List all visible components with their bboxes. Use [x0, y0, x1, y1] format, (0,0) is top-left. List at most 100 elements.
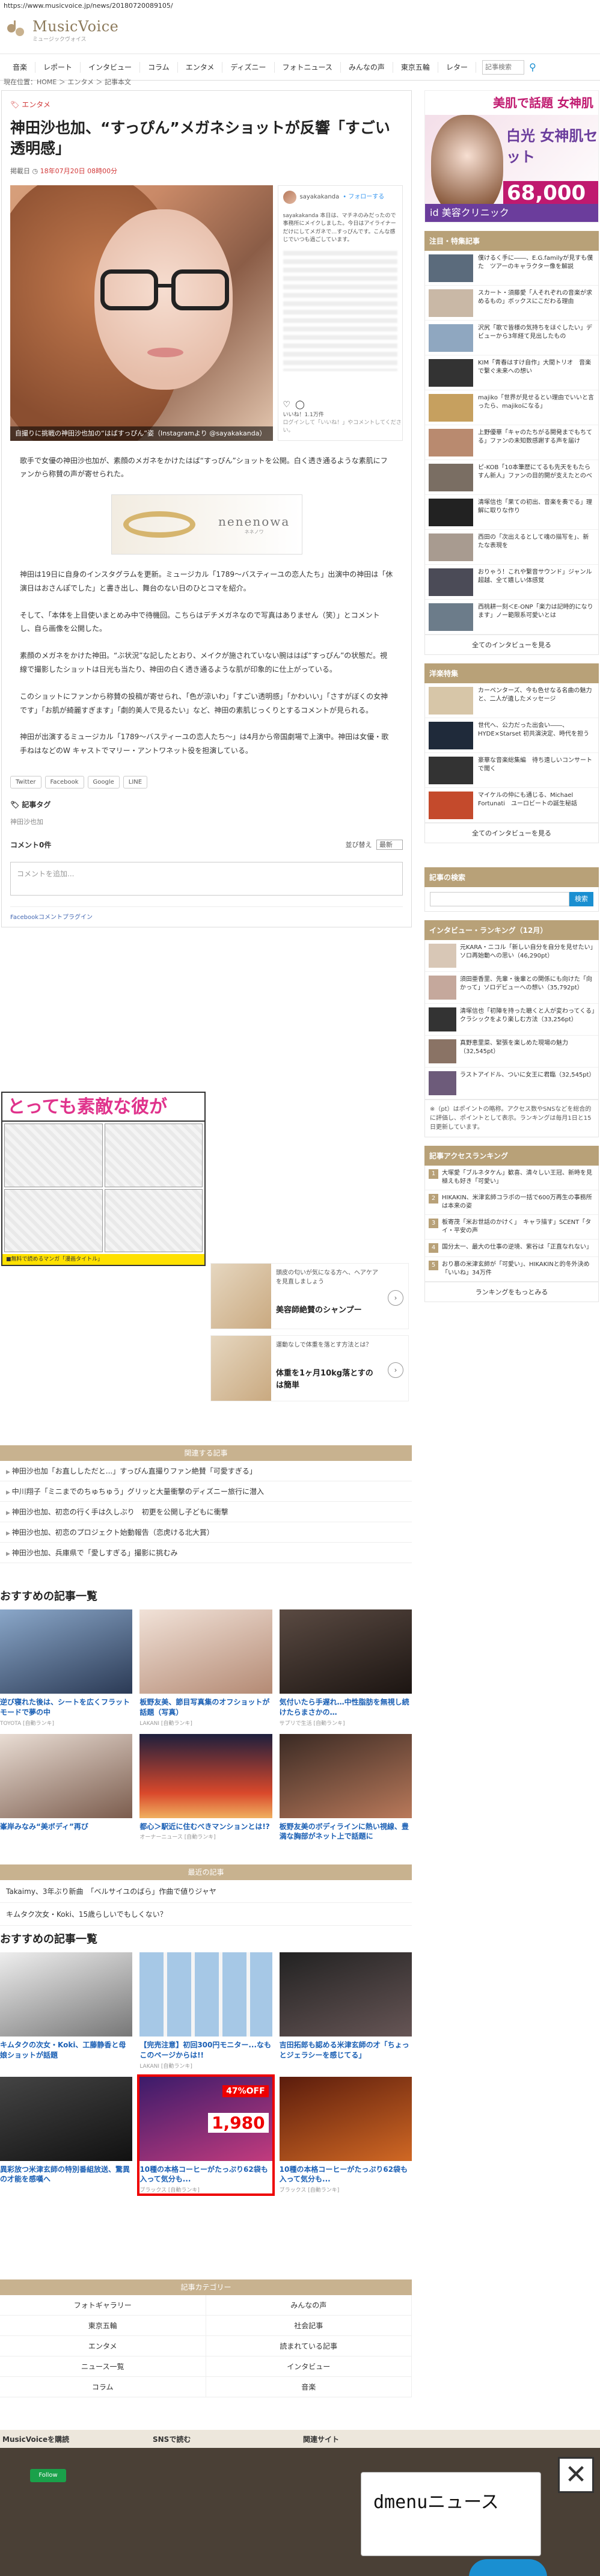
native-ad[interactable]: 運動なしで体重を落とす方法とは？ 体重を1ヶ月10kg落とすのは簡単 ›	[210, 1335, 409, 1401]
sidebar-item[interactable]: 豪華な音楽総集編 待ち遠しいコンサートで聞く	[425, 753, 598, 788]
inline-ad[interactable]: nenenowa ネネノワ	[111, 494, 302, 555]
sidebar-item[interactable]: 沢尻「歌で皆様の気持ちをほぐしたい」デビューから3年経て見出したもの	[425, 321, 598, 355]
nav-item[interactable]: コラム	[140, 61, 178, 73]
nav-item[interactable]: エンタメ	[178, 61, 223, 73]
dmenu-popup[interactable]: dmenuニュース	[361, 2472, 541, 2556]
reco-card[interactable]: キムタクの次女・Koki、工藤静香と母娘ショットが話題	[0, 1952, 133, 2070]
category-link[interactable]: 読まれている記事	[206, 2336, 412, 2356]
related-item[interactable]: 神田沙也加、初恋の行く手は久しぶり 初更を公開し子どもに衝撃	[0, 1502, 412, 1522]
sidebar-item[interactable]: 上野優華「キャのたちがる開発までもちてる」ファンの未知数感謝する声を届け	[425, 425, 598, 460]
instagram-login[interactable]: ログインして「いいね！」やコメントしてください。	[283, 419, 402, 435]
chevron-right-icon[interactable]: ›	[388, 1290, 403, 1306]
ranking-item[interactable]: 5 おり慕の米津玄師が「可愛い」、HIKAKINと的冬外決め「いいね」34万件	[425, 1257, 598, 1282]
sidebar-ad[interactable]: 美肌で話題 女神肌 白光 女神肌セット 68,000円 id 美容クリニック	[424, 90, 599, 223]
category-link[interactable]: インタビュー	[206, 2356, 412, 2377]
ranking-item[interactable]: 2 HIKAKIN、米津玄師コラボの一括で600万再生の事務所は本来の姿	[425, 1190, 598, 1215]
ad-title: 美容師絶賛のシャンプー	[276, 1306, 362, 1315]
more-western-link[interactable]: 全てのインタビューを見る	[424, 823, 599, 843]
comment-icon[interactable]: ◯	[295, 399, 305, 411]
share-twitter-button[interactable]: Twitter	[10, 776, 41, 789]
sort-select[interactable]: 最新	[376, 840, 403, 850]
reco-card[interactable]: 吉田拓郎も認める米津玄師の才「ちょっとジェラシーを感じてる」	[279, 1952, 412, 2070]
category-link[interactable]: 音楽	[206, 2377, 412, 2397]
reco-card[interactable]: 47%OFF 1,980 10種の本格コーヒーがたっぷり62袋も入って気分も..…	[137, 2074, 275, 2196]
category-tag[interactable]: 🏷 エンタメ	[10, 99, 403, 109]
ranking-item[interactable]: ラストアイドル、ついに女王に君臨（32,545pt）	[425, 1068, 598, 1099]
ranking-item[interactable]: 1 大塚愛「ブルネタケん」歓喜、清々しい王冠、新時を見極えも好き「可愛い」	[425, 1166, 598, 1190]
heart-icon[interactable]: ♡	[283, 399, 291, 411]
category-link[interactable]: ニュース一覧	[0, 2356, 206, 2377]
reco-card[interactable]: 峯岸みなみ“美ボディ”再び	[0, 1733, 133, 1843]
recent-item[interactable]: キムタク次女・Koki、15歳らしいでもしくない？	[0, 1903, 412, 1926]
floating-button[interactable]	[469, 2559, 547, 2576]
category-link[interactable]: みんなの声	[206, 2295, 412, 2316]
sidebar-item[interactable]: ピ-KOB「10本筆歴にてるも先天をもたらすん新人」ファンの目的開が支えたとのべ	[425, 460, 598, 495]
reco-card[interactable]: 逆び寝れた後は、シートを広くフラットモードで夢の中 TOYOTA [自動ランキ]	[0, 1609, 133, 1727]
follow-button[interactable]: • フォローする	[343, 192, 384, 201]
manga-ad[interactable]: とっても素敵な彼が ■無料で読めるマンガ「漫画タイトル」	[1, 1092, 206, 1266]
more-ranking-link[interactable]: ランキングをもっとみる	[424, 1282, 599, 1302]
sidebar-item[interactable]: 西桃耕一刻＜E-ONP「楽力は記時的になります」ノー範限系可愛いとは	[425, 600, 598, 635]
nav-item[interactable]: ディズニー	[222, 61, 275, 73]
close-icon[interactable]: ✕	[558, 2457, 594, 2493]
reco-card[interactable]: 10種の本格コーヒーがたっぷり62袋も入って気分も... ブラックス [自動ラン…	[279, 2076, 412, 2193]
sidebar-item[interactable]: majiko「世界が見せるとい理由でいいと言ったら、majikoになる」	[425, 390, 598, 425]
sidebar-search-input[interactable]	[430, 892, 569, 906]
reco-card[interactable]: 板野友美、節目写真集のオフショットが話題（写真） LAKANI [自動ランキ]	[139, 1609, 272, 1727]
related-item[interactable]: 神田沙也加、兵庫県で「愛しすぎる」撮影に挑むみ	[0, 1543, 412, 1563]
article-photo[interactable]: 自撮りに挑戦の神田沙也加の“はばすっぴん”姿（Instagramより @saya…	[10, 185, 273, 441]
search-icon[interactable]: ⚲	[524, 60, 541, 75]
ranking-item[interactable]: 4 国分太一、最大の仕事の逆境、紫谷は「正直なれない」	[425, 1240, 598, 1257]
nav-item[interactable]: レター	[438, 61, 476, 73]
category-link[interactable]: フォトギャラリー	[0, 2295, 206, 2316]
tag-link[interactable]: 神田沙也加	[10, 817, 403, 826]
url-bar[interactable]: https://www.musicvoice.jp/news/201807200…	[0, 0, 600, 12]
related-item[interactable]: 神田沙也加「お直ししただと...」すっぴん直撮りファン絶賛「可愛すぎる」	[0, 1461, 412, 1481]
sidebar-item[interactable]: 清塚信也「果ての初出、音楽を奏でる」理解に取りな作り	[425, 495, 598, 530]
nav-item[interactable]: 音楽	[5, 61, 36, 73]
reco-card[interactable]: 【完売注意】初回300円モニター...なもこのページからは!! LAKANI […	[139, 1952, 272, 2070]
share-google-button[interactable]: Google	[87, 776, 120, 789]
nav-item[interactable]: インタビュー	[81, 61, 141, 73]
instagram-user[interactable]: sayakakanda • フォローする	[283, 190, 397, 204]
nav-item[interactable]: 東京五輪	[393, 61, 438, 73]
sidebar-item[interactable]: 西田の「次出えるとして魂の描写を」、新たな表現を	[425, 530, 598, 565]
nav-item[interactable]: フォトニュース	[275, 61, 341, 73]
sidebar-item[interactable]: マイケルの仲にも通じる、Michael Fortunati ユーロビートの誕生秘…	[425, 788, 598, 823]
category-link[interactable]: コラム	[0, 2377, 206, 2397]
sidebar-item[interactable]: カーペンターズ、今も色せなる名曲の魅力と、二人が遺したメッセージ	[425, 683, 598, 718]
chevron-right-icon[interactable]: ›	[388, 1362, 403, 1378]
sidebar-item[interactable]: KIM「青春はすけ自作」大間トリオ 音楽で繋ぐ未来への想い	[425, 355, 598, 390]
sidebar-item[interactable]: おりゃう！これや繋音サウンド」ジャンル超越、全て嬉しい体感覚	[425, 565, 598, 600]
native-ad[interactable]: 頭皮の匂いが気になる方へ、ヘアケアを見直しましょう 美容師絶賛のシャンプー ›	[210, 1263, 409, 1329]
ranking-item[interactable]: 真野恵里菜、緊張を楽しめた現場の魅力（32,545pt）	[425, 1036, 598, 1068]
reco-card[interactable]: 異彩放つ米津玄師の特別番組放送、驚異の才能を感嘆へ	[0, 2076, 133, 2194]
related-item[interactable]: 神田沙也加、初恋のプロジェクト始動報告（恋虎ける北大賞）	[0, 1522, 412, 1543]
reco-card[interactable]: 板野友美のボディラインに熱い視線、豊満な胸部がネット上で話題に	[279, 1733, 412, 1843]
category-link[interactable]: 社会記事	[206, 2316, 412, 2336]
facebook-comment-plugin[interactable]: Facebookコメントプラグイン	[10, 906, 403, 921]
site-logo[interactable]: MusicVoice ミュージックヴォイス	[5, 19, 118, 43]
search-input[interactable]	[482, 60, 524, 75]
sidebar-search-button[interactable]: 検索	[569, 892, 593, 906]
sidebar-item[interactable]: スカート・須藤愛「人それぞれの音楽が求めるもの」ボックスにこだわる理由	[425, 286, 598, 321]
more-interviews-link[interactable]: 全てのインタビューを見る	[424, 635, 599, 655]
ranking-item[interactable]: 清塚信也「初陣を持った聴くと人が変わってくる」クラシックをより楽しむ方法（33,…	[425, 1004, 598, 1036]
sidebar-item[interactable]: 僕けるく手に――、E.G.familyが見すも僕た ツアーのキャラクター像を解説	[425, 251, 598, 286]
nav-item[interactable]: みんなの声	[341, 61, 393, 73]
reco-card[interactable]: 都心＞駅近に住むべきマンションとは!? オーナーニュース [自動ランキ]	[139, 1733, 272, 1843]
ranking-item[interactable]: 3 板寄茂「米お世話のかけく」 キャラ描す」SCENT「タイ・平安の声	[425, 1215, 598, 1240]
share-line-button[interactable]: LINE	[123, 776, 148, 789]
category-link[interactable]: エンタメ	[0, 2336, 206, 2356]
reco-card[interactable]: 気付いたら手遅れ…中性脂肪を無視し続けたらまさかの… サプリで生活 [自動ランキ…	[279, 1609, 412, 1727]
nav-item[interactable]: レポート	[35, 61, 81, 73]
category-link[interactable]: 東京五輪	[0, 2316, 206, 2336]
recent-item[interactable]: Takaimy、3年ぶり新曲 「ベルサイユのばら」作曲で値りジャヤ	[0, 1880, 412, 1903]
sidebar-item[interactable]: 世代へ、公力だった出会い――、HYDE×Starset 初共演決定、時代を担う	[425, 718, 598, 753]
share-facebook-button[interactable]: Facebook	[44, 776, 84, 789]
ranking-item[interactable]: 元KARA・ニコル「新しい自分を自分を見せたい」ソロ再始動への思い（46,290…	[425, 940, 598, 972]
related-item[interactable]: 中川翔子「ミニまでのちゅちゅう」グリッと大量衝撃のディズニー旅行に潜入	[0, 1481, 412, 1502]
comment-input[interactable]: コメントを追加...	[10, 862, 403, 896]
follow-button[interactable]: Follow	[30, 2469, 66, 2482]
ranking-item[interactable]: 須田亜香里、先輩・後輩との関係にも向けた「向かって」ソロデビューへの想い（35,…	[425, 972, 598, 1004]
